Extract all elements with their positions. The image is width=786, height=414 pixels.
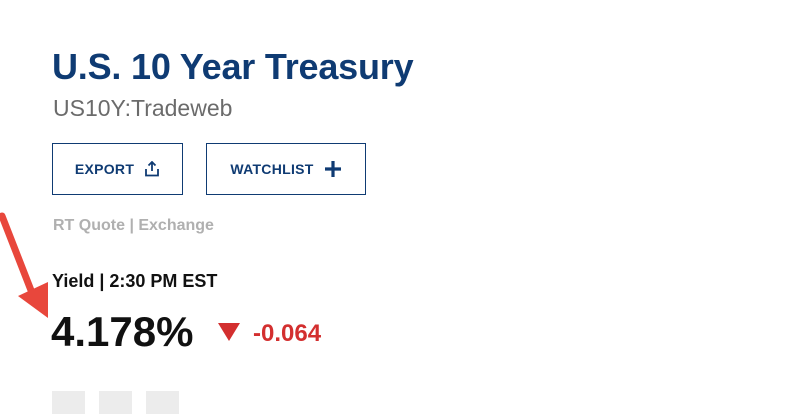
symbol-label: US10Y:Tradeweb bbox=[53, 95, 233, 121]
yield-timestamp: Yield | 2:30 PM EST bbox=[52, 271, 218, 291]
yield-value: 4.178% bbox=[51, 308, 194, 355]
quote-source: RT Quote | Exchange bbox=[53, 217, 214, 234]
loading-placeholder bbox=[146, 391, 179, 414]
export-button-label: EXPORT bbox=[74, 161, 135, 177]
red-pointer-arrow-icon bbox=[0, 212, 60, 337]
loading-placeholder bbox=[52, 391, 85, 414]
export-button[interactable]: EXPORT bbox=[52, 143, 183, 195]
loading-placeholder bbox=[99, 391, 132, 414]
yield-change: -0.064 bbox=[253, 320, 322, 347]
share-upload-icon bbox=[144, 161, 160, 177]
triangle-down-icon bbox=[217, 322, 241, 347]
plus-icon bbox=[324, 160, 342, 178]
page-title: U.S. 10 Year Treasury bbox=[52, 46, 414, 87]
watchlist-button-label: WATCHLIST bbox=[230, 161, 314, 177]
watchlist-button[interactable]: WATCHLIST bbox=[206, 143, 366, 195]
